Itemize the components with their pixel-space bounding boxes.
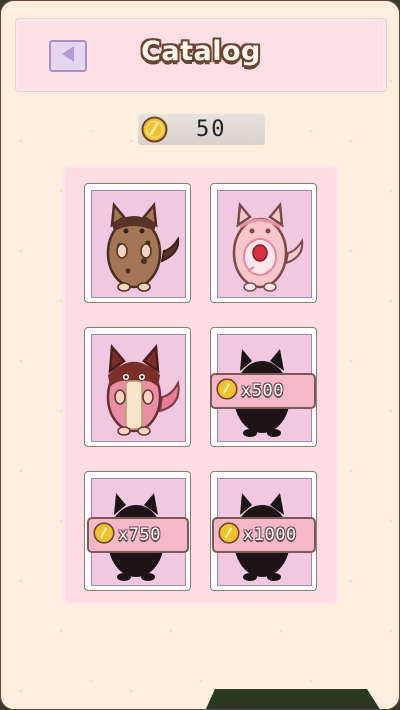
catalog-grid: x500 x750 x1000 <box>65 168 336 602</box>
header-bar: Catalog <box>15 18 387 92</box>
catalog-card-locked-3[interactable]: x1000 <box>210 471 317 591</box>
price-label: x750 <box>118 525 161 545</box>
gold-coin-icon <box>218 522 240 548</box>
price-label: x500 <box>241 381 284 401</box>
coin-balance: 50 <box>138 114 265 145</box>
catalog-screen: Catalog 50 x500 x750 x1000 <box>0 0 400 710</box>
coin-count: 50 <box>196 117 227 142</box>
bottom-decoration <box>191 685 387 709</box>
catalog-card-donut-cat[interactable] <box>210 183 317 303</box>
catalog-card-locked-1[interactable]: x500 <box>210 327 317 447</box>
price-tag[interactable]: x1000 <box>212 517 316 553</box>
card-image-area <box>91 334 186 442</box>
card-image-area <box>217 190 312 298</box>
catalog-card-cookie-cat[interactable] <box>84 183 191 303</box>
gold-coin-icon <box>93 522 115 548</box>
price-label: x1000 <box>243 525 297 545</box>
gold-coin-icon <box>141 116 168 147</box>
card-image-area <box>91 190 186 298</box>
catalog-card-locked-2[interactable]: x750 <box>84 471 191 591</box>
gold-coin-icon <box>216 378 238 404</box>
price-tag[interactable]: x750 <box>87 517 189 553</box>
price-tag[interactable]: x500 <box>210 373 316 409</box>
catalog-card-chocolate-cat[interactable] <box>84 327 191 447</box>
page-title: Catalog <box>141 36 261 67</box>
